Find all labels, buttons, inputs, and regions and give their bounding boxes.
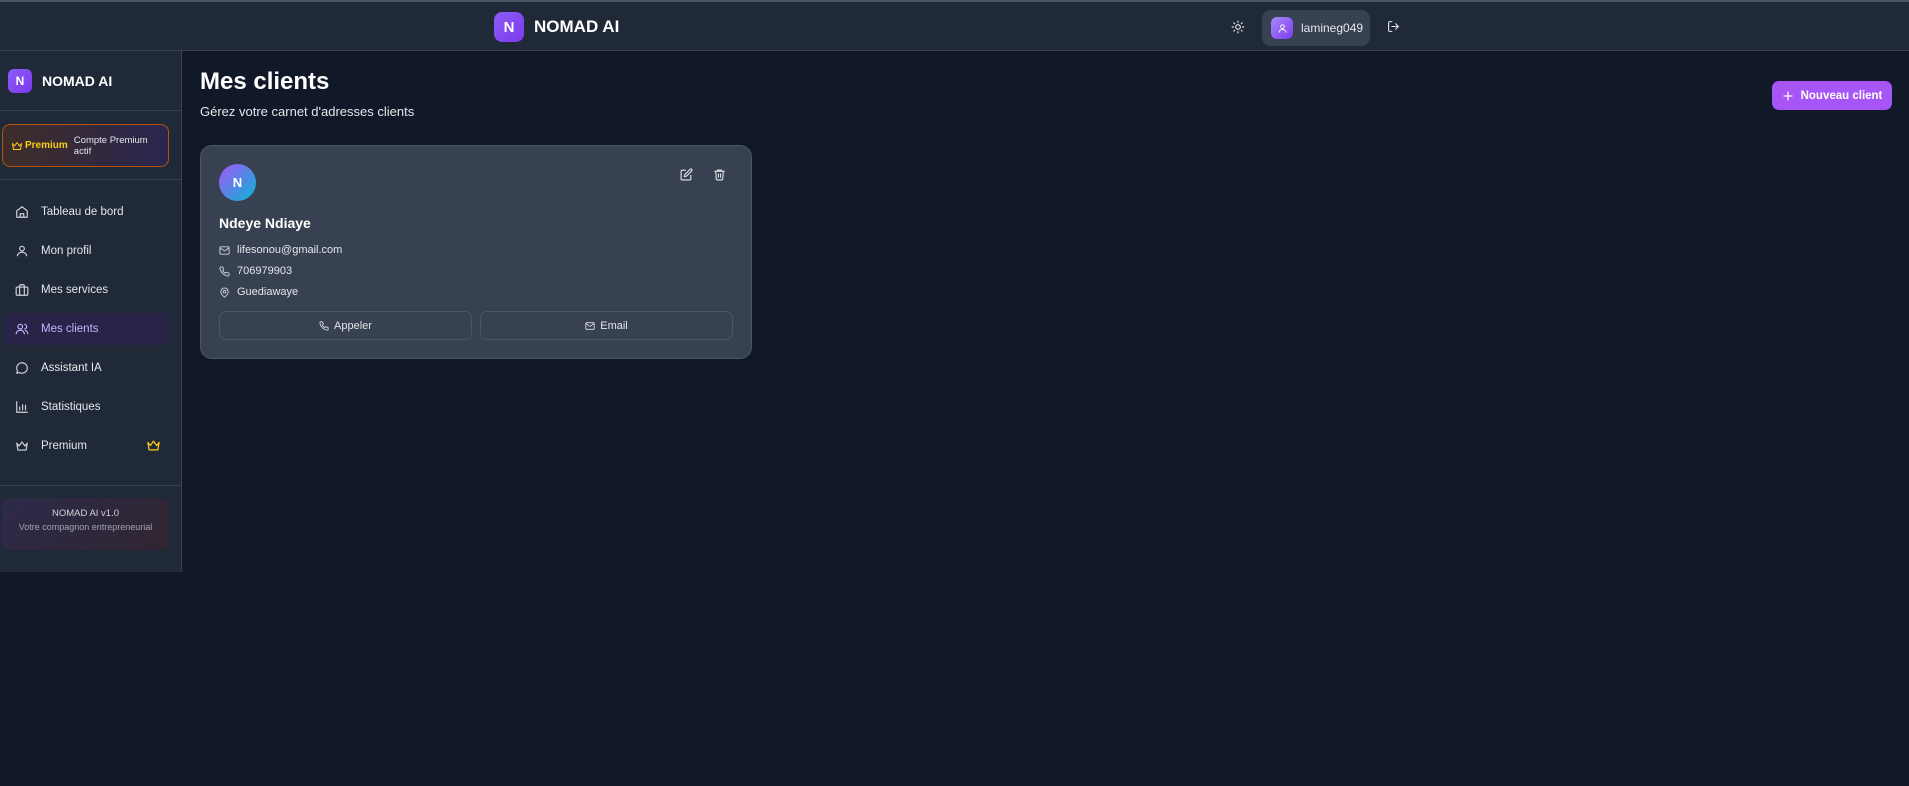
- new-client-label: Nouveau client: [1800, 89, 1883, 102]
- version-title: NOMAD AI v1.0: [51, 508, 120, 519]
- client-location: Guediawaye: [237, 286, 299, 298]
- sun-icon: [1231, 20, 1245, 34]
- email-button-label: Email: [600, 319, 628, 332]
- users-icon: [14, 321, 30, 337]
- sidebar-item-statistics[interactable]: Statistiques: [4, 391, 169, 423]
- divider: [0, 485, 181, 486]
- delete-client-button[interactable]: [713, 168, 727, 182]
- sidebar-item-services[interactable]: Mes services: [4, 274, 169, 306]
- mail-icon: [585, 321, 595, 330]
- sidebar-item-label: Tableau de bord: [41, 206, 124, 218]
- sidebar-item-profile[interactable]: Mon profil: [4, 235, 169, 267]
- mail-icon: [219, 245, 230, 255]
- map-pin-icon: [220, 286, 229, 298]
- new-client-button[interactable]: Nouveau client: [1772, 81, 1892, 110]
- client-phone-row: 706979903: [219, 265, 292, 277]
- sidebar-item-label: Assistant IA: [41, 362, 102, 374]
- call-button-label: Appeler: [334, 319, 372, 332]
- sidebar-item-label: Mes services: [41, 284, 109, 296]
- client-card: N Ndeye Ndiaye lifesonou@gmail.com 70697…: [200, 145, 752, 359]
- user-icon: [14, 243, 30, 259]
- premium-status-card: Premium Compte Premium actif: [2, 124, 169, 167]
- top-bar: N NOMAD AI lamineg049: [0, 0, 1909, 51]
- version-card: NOMAD AI v1.0 Votre compagnon entreprene…: [2, 498, 169, 550]
- client-location-row: Guediawaye: [219, 286, 298, 298]
- brand-logo: N: [494, 12, 524, 42]
- sidebar-brand[interactable]: N NOMAD AI: [8, 69, 112, 93]
- avatar: [1271, 17, 1293, 39]
- crown-icon: [12, 141, 22, 150]
- sidebar-brand-name: NOMAD AI: [42, 73, 113, 89]
- phone-icon: [219, 265, 230, 276]
- chat-icon: [14, 360, 30, 376]
- call-button[interactable]: Appeler: [219, 311, 472, 340]
- client-name: Ndeye Ndiaye: [219, 215, 311, 231]
- premium-badge: Premium: [11, 140, 68, 152]
- sidebar-item-label: Mon profil: [41, 245, 92, 257]
- plus-icon: [1782, 90, 1793, 101]
- trash-icon: [714, 169, 725, 181]
- sidebar-item-assistant[interactable]: Assistant IA: [4, 352, 169, 384]
- sidebar-item-label: Premium: [41, 440, 88, 452]
- sidebar: N NOMAD AI Premium Compte Premium actif …: [0, 51, 182, 572]
- logout-button[interactable]: [1384, 17, 1402, 35]
- briefcase-icon: [14, 282, 30, 298]
- top-brand[interactable]: N NOMAD AI: [494, 12, 619, 42]
- sidebar-item-dashboard[interactable]: Tableau de bord: [4, 196, 169, 228]
- premium-tag-label: Premium: [25, 140, 68, 151]
- sidebar-item-premium[interactable]: Premium: [4, 430, 169, 462]
- email-button[interactable]: Email: [480, 311, 733, 340]
- divider: [0, 110, 181, 111]
- client-phone: 706979903: [237, 265, 293, 277]
- page-title: Mes clients: [200, 68, 330, 95]
- edit-icon: [680, 168, 693, 181]
- home-icon: [14, 204, 30, 220]
- bar-chart-icon: [14, 399, 30, 415]
- phone-icon: [319, 320, 329, 331]
- sidebar-item-clients[interactable]: Mes clients: [4, 313, 169, 345]
- sidebar-nav: Tableau de bord Mon profil Mes services …: [4, 196, 169, 469]
- username: lamineg049: [1301, 21, 1364, 35]
- crown-icon: [14, 438, 30, 454]
- sidebar-item-label: Statistiques: [41, 401, 101, 413]
- page-subtitle: Gérez votre carnet d'adresses clients: [200, 104, 415, 119]
- sidebar-logo: N: [8, 69, 32, 93]
- client-email-row: lifesonou@gmail.com: [219, 244, 342, 256]
- theme-toggle-button[interactable]: [1228, 17, 1248, 37]
- user-icon: [1277, 23, 1287, 33]
- brand-name: NOMAD AI: [534, 17, 620, 36]
- user-menu-button[interactable]: lamineg049: [1262, 10, 1370, 46]
- client-avatar: N: [219, 164, 256, 201]
- premium-crown-icon: [146, 438, 161, 456]
- version-subtitle: Votre compagnon entrepreneurial: [18, 522, 153, 532]
- divider: [0, 179, 181, 180]
- client-email: lifesonou@gmail.com: [237, 244, 343, 256]
- premium-description: Compte Premium actif: [73, 134, 148, 157]
- logout-icon: [1387, 20, 1399, 32]
- edit-client-button[interactable]: [680, 168, 694, 182]
- sidebar-item-label: Mes clients: [41, 323, 99, 335]
